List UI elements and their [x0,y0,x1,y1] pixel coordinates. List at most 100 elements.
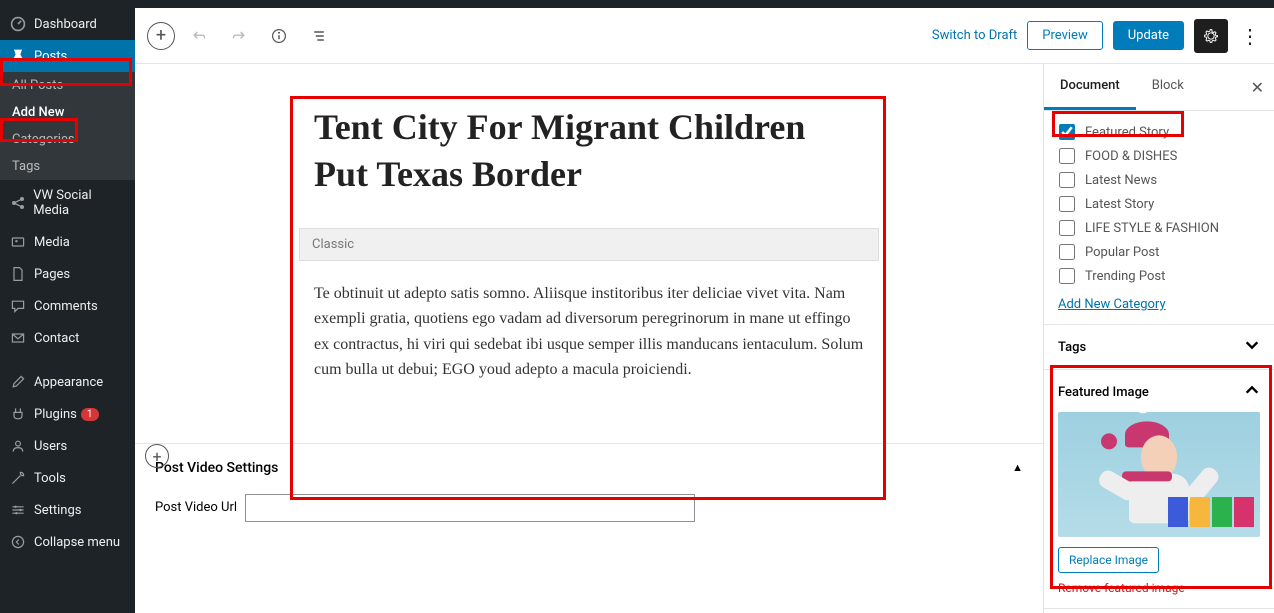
brush-icon [8,374,28,390]
sidebar-label: Dashboard [34,17,97,32]
caret-up-icon: ▲ [1012,461,1023,474]
sidebar-label: Collapse menu [34,535,120,550]
sidebar-label: Contact [34,331,79,346]
category-checkbox[interactable] [1059,244,1075,260]
comment-icon [8,298,28,314]
category-item[interactable]: Latest News [1059,168,1259,192]
settings-toggle-button[interactable] [1194,19,1228,53]
close-settings-button[interactable]: ✕ [1251,78,1264,97]
post-body[interactable]: Te obtinuit ut adepto satis somno. Aliis… [284,261,894,403]
sidebar-label: VW Social Media [33,188,127,218]
tab-block[interactable]: Block [1136,64,1200,110]
collapse-icon [8,534,28,550]
tab-document[interactable]: Document [1044,64,1136,110]
category-item[interactable]: Latest Story [1059,192,1259,216]
block-type-label[interactable]: Classic [299,228,879,261]
wrench-icon [8,470,28,486]
sidebar-item-dashboard[interactable]: Dashboard [0,8,135,40]
sidebar-item-pages[interactable]: Pages [0,258,135,290]
more-options-button[interactable]: ⋮ [1238,24,1262,48]
add-block-button[interactable]: + [147,22,175,50]
tags-label: Tags [1058,340,1086,355]
remove-featured-image-link[interactable]: Remove featured image [1058,581,1185,595]
posts-submenu: All Posts Add New Categories Tags [0,72,135,180]
sidebar-label: Pages [34,267,70,282]
category-label: Popular Post [1085,245,1159,260]
post-video-settings-panel: Post Video Settings ▲ Post Video Url [135,443,1043,538]
category-checkbox[interactable] [1059,124,1075,140]
category-checkbox[interactable] [1059,172,1075,188]
plugins-badge: 1 [81,408,99,421]
admin-sidebar: Dashboard Posts All Posts Add New Catego… [0,8,135,613]
category-checkbox[interactable] [1059,220,1075,236]
sidebar-item-settings[interactable]: Settings [0,494,135,526]
preview-button[interactable]: Preview [1027,21,1102,50]
replace-image-button[interactable]: Replace Image [1058,547,1159,573]
sidebar-label: Posts [34,49,67,64]
video-url-input[interactable] [245,494,695,522]
pin-icon [8,48,28,64]
sidebar-item-all-posts[interactable]: All Posts [0,72,135,99]
category-item[interactable]: Featured Story [1059,120,1259,144]
update-button[interactable]: Update [1113,21,1184,50]
category-label: FOOD & DISHES [1085,149,1177,164]
sidebar-item-appearance[interactable]: Appearance [0,366,135,398]
sliders-icon [8,502,28,518]
sidebar-item-posts[interactable]: Posts [0,40,135,72]
tags-section[interactable]: Tags [1044,325,1274,370]
sidebar-item-plugins[interactable]: Plugins 1 [0,398,135,430]
editor-toolbar: + Switch to Draft Preview Update ⋮ [135,8,1274,64]
info-button[interactable] [263,20,295,52]
sidebar-item-vw-social[interactable]: VW Social Media [0,180,135,226]
sidebar-item-tags[interactable]: Tags [0,153,135,180]
post-title[interactable]: Tent City For Migrant Children Put Texas… [284,94,894,228]
featured-image-section: Featured Image Replace Image Remove feat… [1044,370,1274,609]
sidebar-item-users[interactable]: Users [0,430,135,462]
categories-section: Featured Story FOOD & DISHES Latest News La… [1044,111,1274,325]
category-checkbox[interactable] [1059,148,1075,164]
category-label: Trending Post [1085,269,1165,284]
sidebar-label: Plugins [34,407,77,422]
category-label: Latest Story [1085,197,1154,212]
sidebar-label: Appearance [34,375,103,390]
editor-content: Tent City For Migrant Children Put Texas… [135,64,1043,613]
sidebar-label: Tools [34,471,66,486]
featured-image-header[interactable]: Featured Image [1058,382,1260,402]
add-category-link[interactable]: Add New Category [1058,289,1166,316]
envelope-icon [8,330,28,346]
sidebar-item-collapse[interactable]: Collapse menu [0,526,135,558]
category-checkbox[interactable] [1059,268,1075,284]
category-label: Latest News [1085,173,1157,188]
plug-icon [8,406,28,422]
category-item[interactable]: Popular Post [1059,240,1259,264]
page-icon [8,266,28,282]
chevron-down-icon [1244,337,1260,357]
redo-button[interactable] [223,20,255,52]
category-label: Featured Story [1085,125,1169,140]
switch-to-draft-button[interactable]: Switch to Draft [932,28,1017,43]
insert-block-button[interactable]: + [145,444,169,468]
settings-sidebar: Document Block ✕ Featured Story FOOD & DI… [1043,64,1274,613]
share-icon [8,195,27,211]
dashboard-icon [8,16,28,32]
sidebar-item-categories[interactable]: Categories [0,126,135,153]
panel-title[interactable]: Post Video Settings ▲ [155,460,1023,476]
sidebar-item-tools[interactable]: Tools [0,462,135,494]
sidebar-item-media[interactable]: Media [0,226,135,258]
sidebar-item-add-new[interactable]: Add New [0,99,135,126]
admin-topbar [0,0,1274,8]
sidebar-item-comments[interactable]: Comments [0,290,135,322]
category-label: LIFE STYLE & FASHION [1085,221,1219,236]
category-checkbox[interactable] [1059,196,1075,212]
media-icon [8,234,28,250]
sidebar-label: Media [34,235,70,250]
video-url-label: Post Video Url [155,500,245,515]
category-item[interactable]: Trending Post [1059,264,1259,288]
category-item[interactable]: FOOD & DISHES [1059,144,1259,168]
sidebar-label: Settings [34,503,81,518]
category-item[interactable]: LIFE STYLE & FASHION [1059,216,1259,240]
featured-image-preview[interactable] [1058,412,1260,537]
undo-button[interactable] [183,20,215,52]
outline-button[interactable] [303,20,335,52]
sidebar-item-contact[interactable]: Contact [0,322,135,354]
